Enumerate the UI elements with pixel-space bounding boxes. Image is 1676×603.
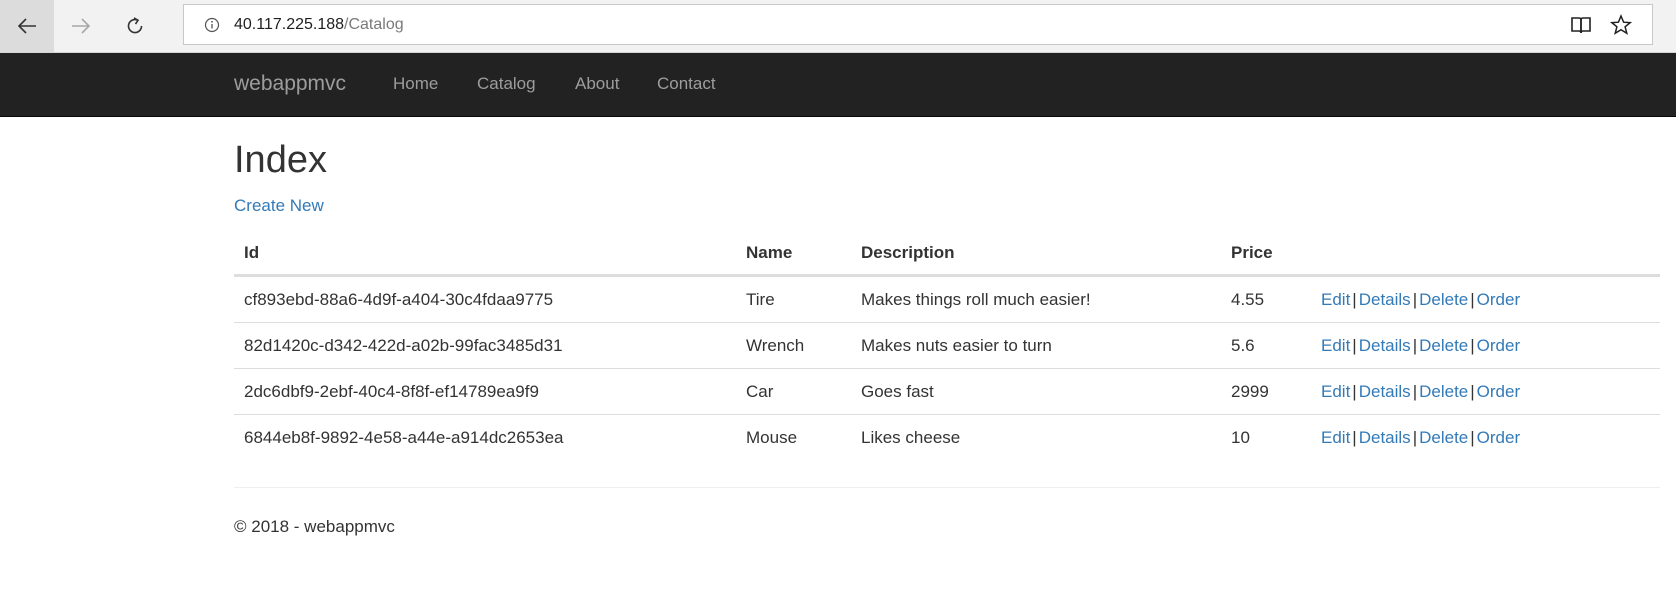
back-button[interactable] bbox=[0, 0, 54, 52]
site-navbar: webappmvc Home Catalog About Contact bbox=[0, 53, 1676, 117]
url-path: /Catalog bbox=[344, 16, 404, 33]
nav-contact[interactable]: Contact bbox=[657, 74, 716, 94]
create-new-link[interactable]: Create New bbox=[234, 196, 324, 216]
edit-link[interactable]: Edit bbox=[1321, 336, 1350, 355]
cell-id: cf893ebd-88a6-4d9f-a404-30c4fdaa9775 bbox=[234, 275, 736, 323]
cell-actions: Edit | Details | Delete | Order bbox=[1311, 415, 1660, 461]
table-row: 82d1420c-d342-422d-a02b-99fac3485d31 Wre… bbox=[234, 322, 1660, 369]
cell-name: Mouse bbox=[746, 427, 798, 447]
delete-link[interactable]: Delete bbox=[1419, 428, 1468, 447]
edit-link[interactable]: Edit bbox=[1321, 428, 1350, 447]
details-link[interactable]: Details bbox=[1359, 336, 1411, 355]
separator: | bbox=[1352, 381, 1357, 401]
order-link[interactable]: Order bbox=[1477, 290, 1520, 309]
separator: | bbox=[1352, 427, 1357, 447]
header-actions bbox=[1311, 232, 1660, 277]
details-link[interactable]: Details bbox=[1359, 428, 1411, 447]
cell-description: Makes things roll much easier! bbox=[851, 275, 1221, 323]
reading-view-icon[interactable] bbox=[1570, 14, 1592, 36]
cell-actions: Edit | Details | Delete | Order bbox=[1311, 275, 1660, 323]
header-description: Description bbox=[851, 232, 1221, 277]
separator: | bbox=[1412, 381, 1418, 401]
edit-link[interactable]: Edit bbox=[1321, 382, 1350, 401]
header-price: Price bbox=[1221, 232, 1311, 277]
cell-id: 82d1420c-d342-422d-a02b-99fac3485d31 bbox=[234, 322, 736, 369]
cell-actions: Edit | Details | Delete | Order bbox=[1311, 322, 1660, 369]
catalog-table: Id Name Description Price cf893ebd-88a6-… bbox=[234, 232, 1660, 460]
order-link[interactable]: Order bbox=[1477, 336, 1520, 355]
separator: | bbox=[1470, 427, 1475, 447]
cell-price: 10 bbox=[1231, 427, 1250, 447]
nav-home[interactable]: Home bbox=[393, 74, 438, 94]
order-link[interactable]: Order bbox=[1477, 428, 1520, 447]
separator: | bbox=[1470, 289, 1475, 309]
nav-catalog[interactable]: Catalog bbox=[477, 74, 536, 94]
table-row: 6844eb8f-9892-4e58-a44e-a914dc2653ea Mou… bbox=[234, 415, 1660, 461]
separator: | bbox=[1352, 289, 1357, 309]
table-row: 2dc6dbf9-2ebf-40c4-8f8f-ef14789ea9f9 Car… bbox=[234, 368, 1660, 415]
url-text[interactable]: 40.117.225.188/Catalog bbox=[234, 16, 404, 34]
edit-link[interactable]: Edit bbox=[1321, 290, 1350, 309]
cell-description: Makes nuts easier to turn bbox=[851, 322, 1221, 369]
cell-price: 5.6 bbox=[1221, 322, 1311, 369]
page-title: Index bbox=[234, 139, 327, 181]
cell-name: Tire bbox=[736, 275, 851, 323]
refresh-icon bbox=[127, 17, 143, 34]
nav-about[interactable]: About bbox=[575, 74, 619, 94]
favorite-star-icon[interactable] bbox=[1610, 14, 1632, 36]
table-header-row: Id Name Description Price bbox=[234, 232, 1660, 277]
refresh-button[interactable] bbox=[108, 0, 162, 52]
cell-price: 4.55 bbox=[1221, 275, 1311, 323]
footer-copyright: © 2018 - webappmvc bbox=[234, 517, 395, 536]
footer-divider bbox=[234, 487, 1660, 488]
back-arrow-icon bbox=[17, 18, 36, 34]
info-icon[interactable] bbox=[204, 17, 220, 33]
cell-id: 6844eb8f-9892-4e58-a44e-a914dc2653ea bbox=[244, 427, 564, 447]
separator: | bbox=[1470, 335, 1475, 355]
browser-toolbar: 40.117.225.188/Catalog bbox=[0, 0, 1676, 53]
cell-price: 2999 bbox=[1221, 368, 1311, 415]
separator: | bbox=[1412, 335, 1418, 355]
cell-name: Wrench bbox=[736, 322, 851, 369]
url-host: 40.117.225.188 bbox=[234, 16, 345, 33]
order-link[interactable]: Order bbox=[1477, 382, 1520, 401]
cell-name: Car bbox=[736, 368, 851, 415]
separator: | bbox=[1470, 381, 1475, 401]
table-row: cf893ebd-88a6-4d9f-a404-30c4fdaa9775 Tir… bbox=[234, 275, 1660, 323]
header-id: Id bbox=[234, 232, 736, 277]
separator: | bbox=[1412, 289, 1418, 309]
cell-description: Likes cheese bbox=[861, 427, 961, 447]
details-link[interactable]: Details bbox=[1359, 382, 1411, 401]
brand-link[interactable]: webappmvc bbox=[234, 72, 346, 96]
cell-description: Goes fast bbox=[851, 368, 1221, 415]
forward-arrow-icon bbox=[72, 18, 91, 34]
cell-id: 2dc6dbf9-2ebf-40c4-8f8f-ef14789ea9f9 bbox=[234, 368, 736, 415]
separator: | bbox=[1352, 335, 1357, 355]
header-name: Name bbox=[736, 232, 851, 277]
details-link[interactable]: Details bbox=[1359, 290, 1411, 309]
delete-link[interactable]: Delete bbox=[1419, 336, 1468, 355]
forward-button[interactable] bbox=[54, 0, 108, 52]
delete-link[interactable]: Delete bbox=[1419, 290, 1468, 309]
delete-link[interactable]: Delete bbox=[1419, 382, 1468, 401]
separator: | bbox=[1412, 427, 1418, 447]
cell-actions: Edit | Details | Delete | Order bbox=[1311, 368, 1660, 415]
address-bar[interactable]: 40.117.225.188/Catalog bbox=[183, 4, 1653, 45]
